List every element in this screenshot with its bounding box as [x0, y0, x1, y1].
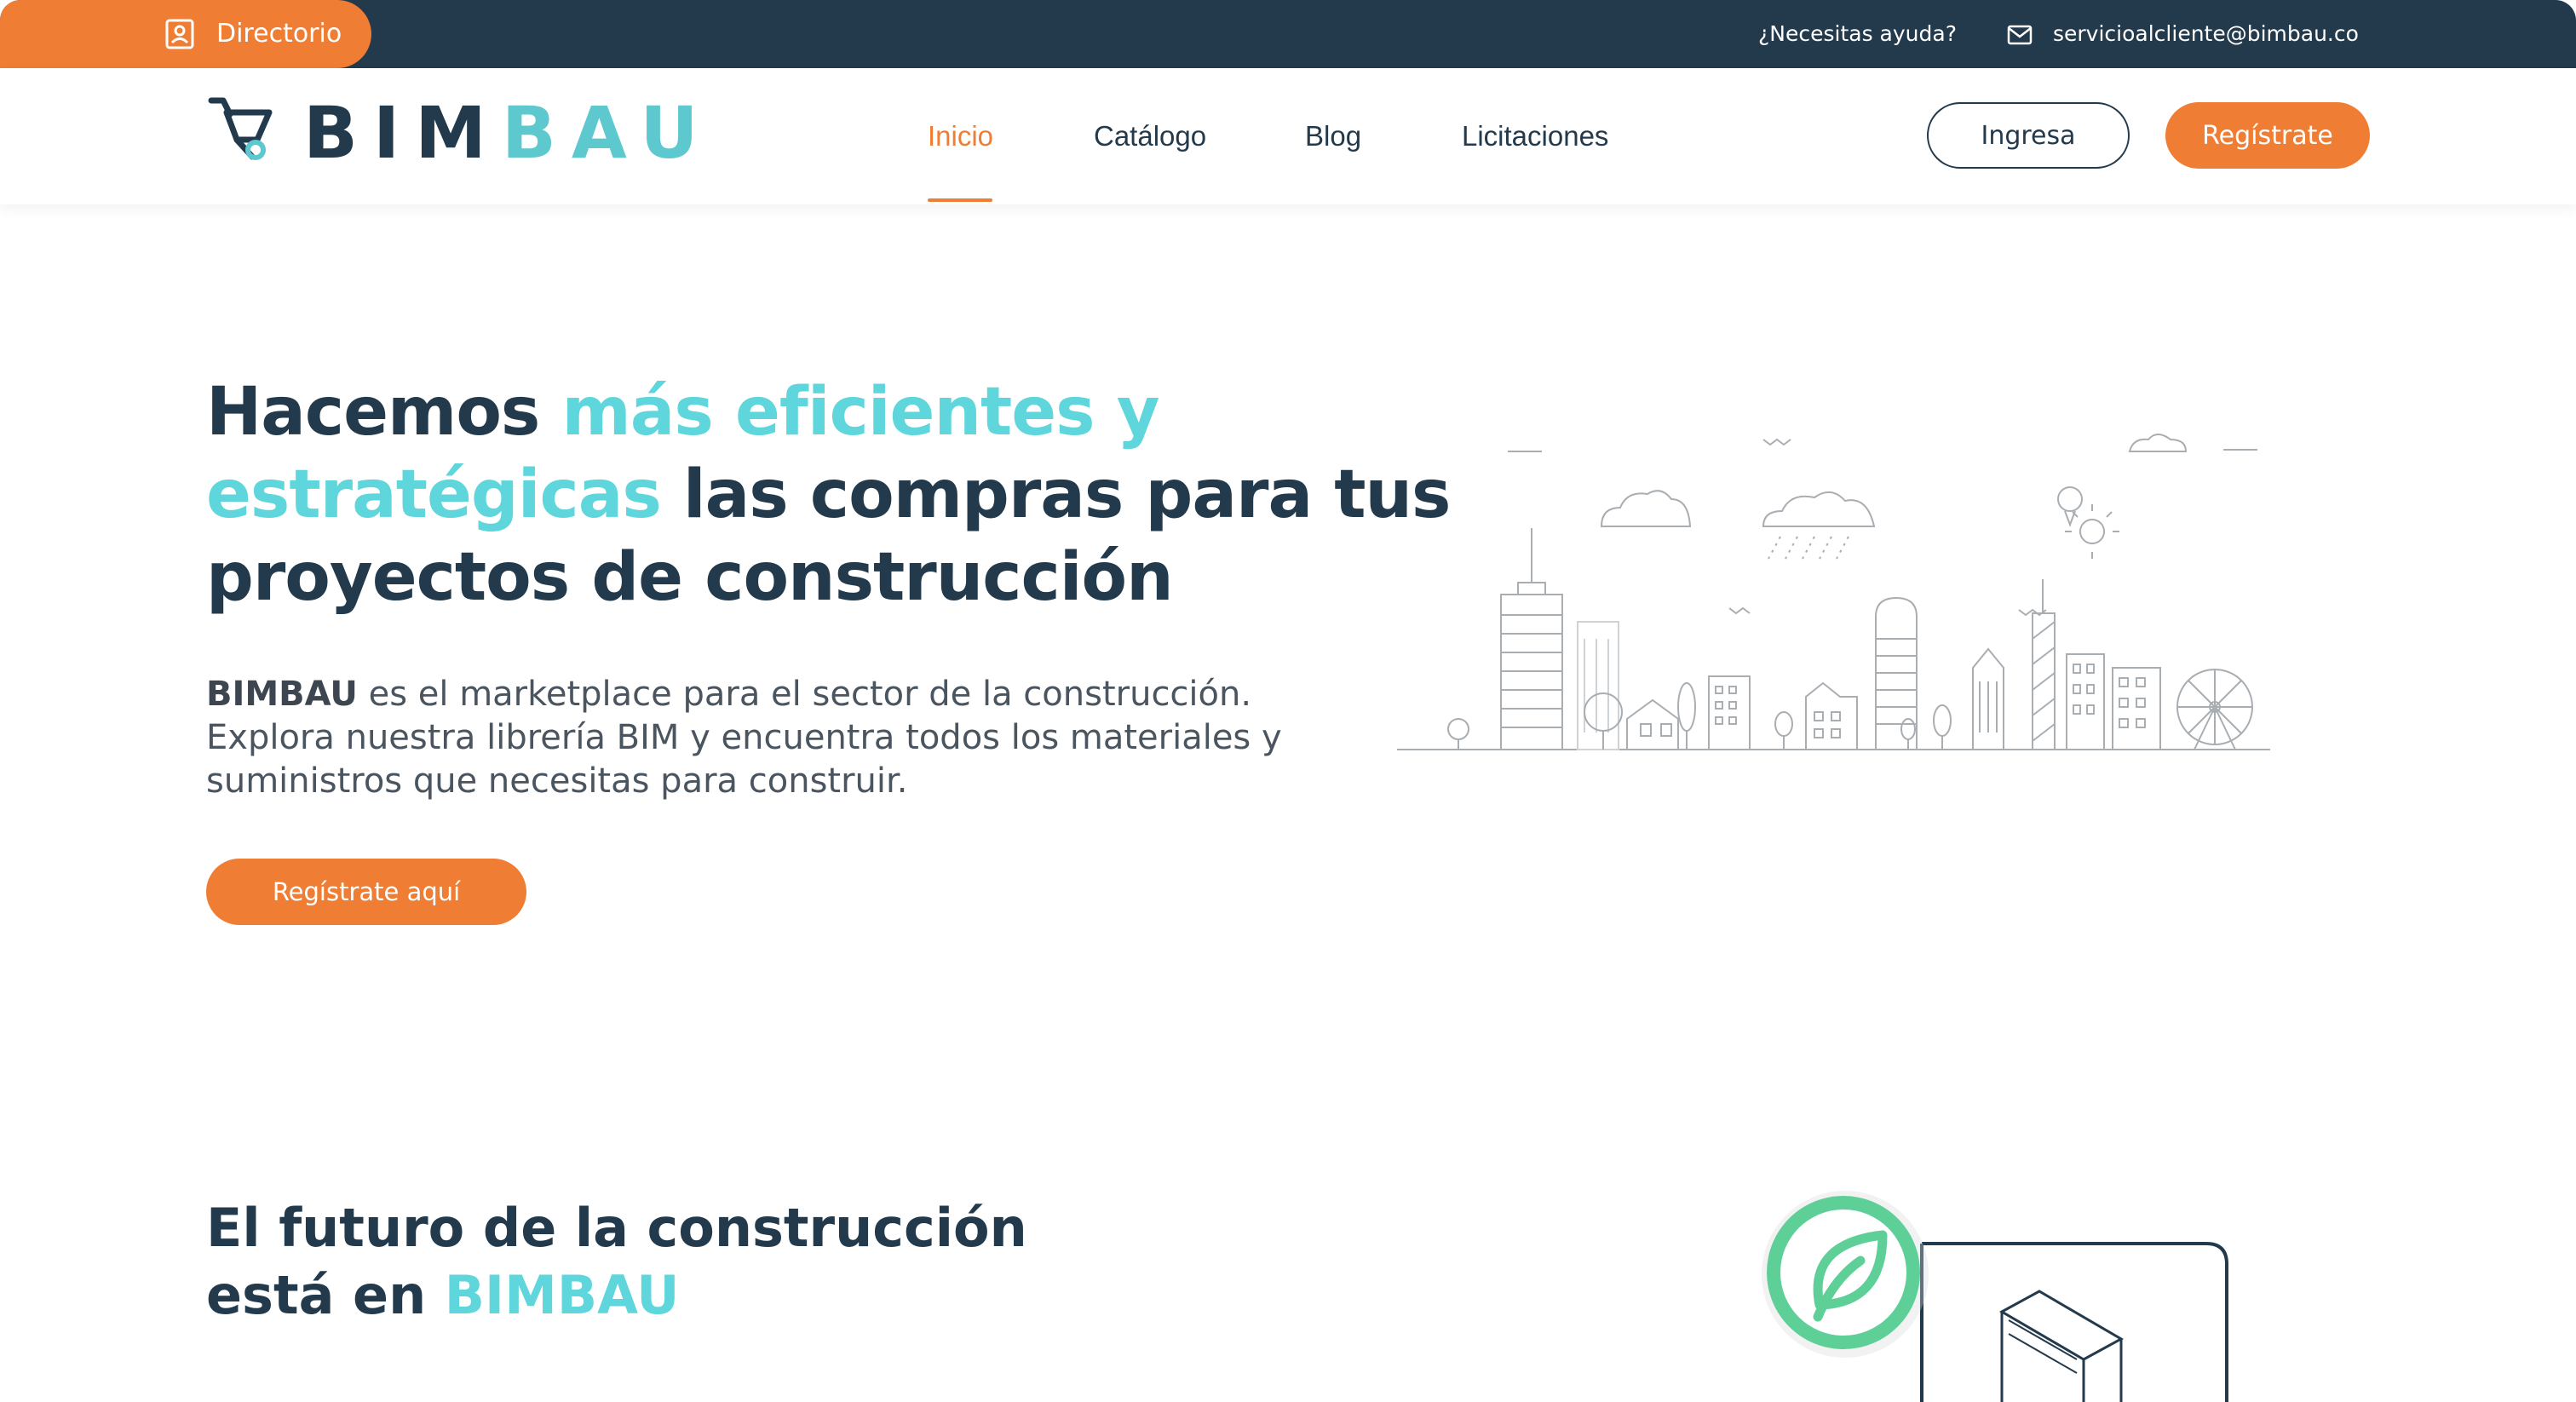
directory-label: Directorio: [216, 19, 342, 49]
directory-button[interactable]: Directorio: [0, 0, 371, 68]
nav-blog[interactable]: Blog: [1305, 118, 1361, 155]
hero-title-start: Hacemos: [206, 374, 562, 451]
section-future-title: El futuro de la construcción está en BIMB…: [206, 1194, 1228, 1329]
hero-description-text: es el marketplace para el sector de la c…: [206, 675, 1282, 801]
section-title-line2-prefix: está en: [206, 1264, 445, 1326]
logo-text-bau: BAU: [501, 91, 714, 175]
contact-book-icon: [165, 19, 194, 49]
hero-description: BIMBAU es el marketplace para el sector …: [206, 673, 1348, 803]
help-link[interactable]: ¿Necesitas ayuda?: [1758, 19, 1957, 49]
section-title-line2-highlight: BIMBAU: [444, 1264, 680, 1326]
top-bar: Directorio ¿Necesitas ayuda? servicioalc…: [0, 0, 2576, 68]
section-title-line1: El futuro de la construcción: [206, 1197, 1027, 1259]
mail-icon: [2007, 25, 2033, 45]
login-button[interactable]: Ingresa: [1927, 102, 2130, 169]
register-button[interactable]: Regístrate: [2165, 102, 2370, 169]
nav-active-indicator: [928, 198, 992, 202]
nav-catalogo[interactable]: Catálogo: [1094, 118, 1206, 155]
hero-description-brand: BIMBAU: [206, 675, 358, 714]
wheelbarrow-logo-icon[interactable]: [208, 94, 278, 164]
sustainability-illustration: [1762, 1191, 2228, 1402]
brand-logo[interactable]: BIMBAU: [303, 90, 714, 175]
nav-inicio[interactable]: Inicio: [928, 118, 993, 155]
city-skyline-illustration: [1397, 434, 2270, 750]
nav-licitaciones[interactable]: Licitaciones: [1462, 118, 1608, 155]
hero-title: Hacemos más eficientes y estratégicas la…: [206, 371, 1484, 619]
page: Directorio ¿Necesitas ayuda? servicioalc…: [0, 0, 2576, 1402]
logo-text-bim: BIM: [303, 91, 502, 175]
hero-register-button[interactable]: Regístrate aquí: [206, 859, 526, 925]
support-email-link[interactable]: servicioalcliente@bimbau.co: [2053, 19, 2359, 49]
